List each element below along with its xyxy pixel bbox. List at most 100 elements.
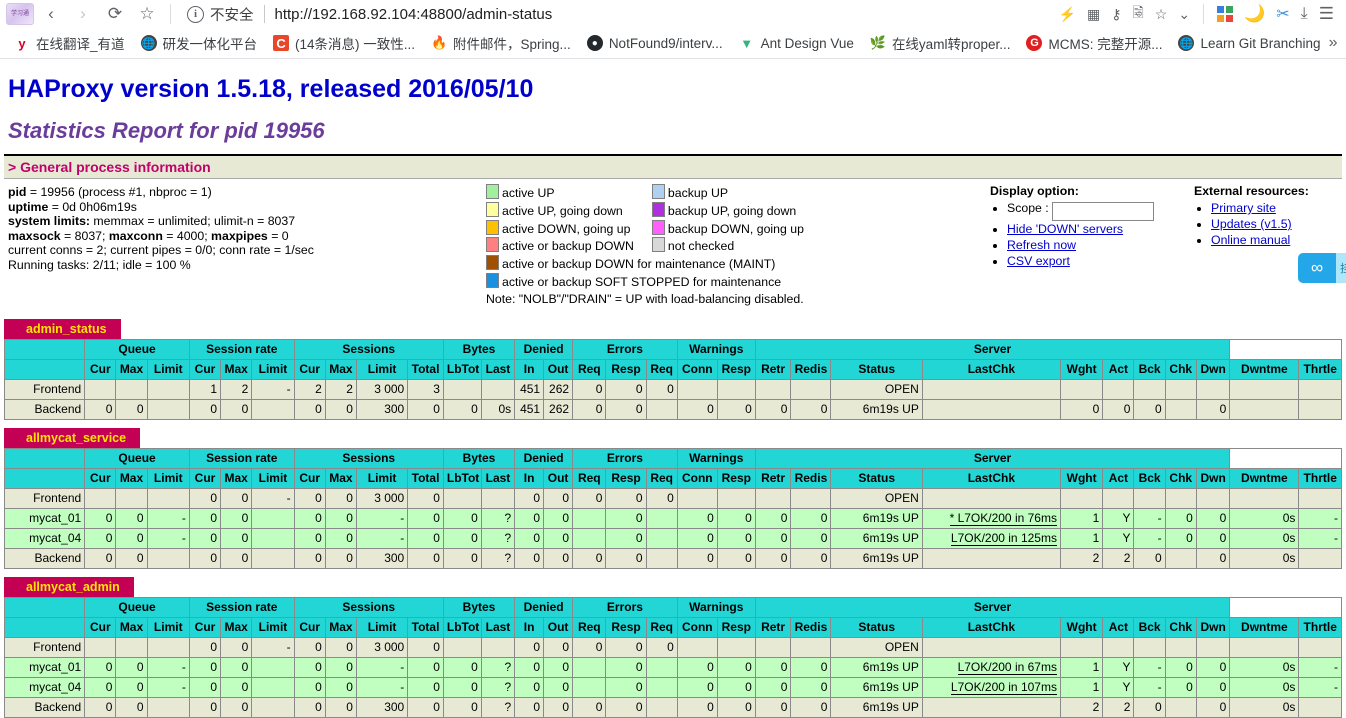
column-header[interactable]: Limit [146,359,190,380]
column-header[interactable]: Req [645,468,678,489]
lastchk-value[interactable]: L7OK/200 in 125ms [950,531,1057,546]
translate-icon[interactable]: 🗟 [1133,2,1144,26]
row-label[interactable]: Backend [3,697,86,718]
moon-icon[interactable]: 🌙 [1244,4,1265,24]
column-header[interactable]: Redis [790,359,832,380]
column-header[interactable]: Limit [251,359,295,380]
column-header[interactable]: Max [220,359,253,380]
table-row[interactable]: mycat_04 0 0-0 0 0 0-0 0? 0 0 0 0 0 0 0 6m19s UP L7OK/2… [3,677,1342,698]
column-header[interactable]: Retr [754,468,792,489]
column-header[interactable]: Conn [676,468,718,489]
column-header[interactable]: Last [480,468,516,489]
column-group-header[interactable]: Sessions [293,339,444,360]
column-header[interactable]: Req [645,617,678,638]
floating-widget-tail[interactable]: 挂 [1336,253,1346,283]
column-header[interactable]: Max [220,468,253,489]
column-header[interactable]: Act [1102,617,1135,638]
column-header[interactable]: Dwntme [1229,617,1300,638]
column-header[interactable]: Wght [1059,617,1104,638]
column-header[interactable]: Status [830,617,923,638]
column-header[interactable]: Total [407,468,444,489]
bookmark-item[interactable]: 🌐 Learn Git Branching [1170,32,1328,54]
column-header[interactable]: Thrtle [1298,468,1342,489]
column-header[interactable]: Bck [1133,468,1166,489]
column-header[interactable]: Out [543,617,574,638]
column-group-header[interactable]: Session rate [188,448,295,469]
hide-down-servers-item[interactable]: Hide 'DOWN' servers [1007,221,1154,237]
download-icon[interactable]: ⤓ [1301,5,1308,23]
bookmark-item[interactable]: ▼ Ant Design Vue [731,32,862,54]
column-header[interactable]: Act [1102,468,1135,489]
table-row[interactable]: mycat_01 0 0-0 0 0 0-0 0? 0 0 0 0 0 0 0 6m19s UP L7OK/2… [3,657,1342,678]
updates-link[interactable]: Updates (v1.5) [1211,217,1292,231]
online-manual-link[interactable]: Online manual [1211,233,1290,247]
column-group-header[interactable]: Server [754,448,1231,469]
column-header[interactable]: Max [324,359,357,380]
column-header[interactable]: Redis [790,617,832,638]
column-group-header[interactable]: Server [754,339,1231,360]
table-row[interactable]: Frontend 1 2-2 2 3 000 3 451 262 0 0 0 OPEN [3,379,1342,400]
table-row[interactable]: mycat_04 0 0-0 0 0 0-0 0? 0 0 0 0 0 0 0 6m19s UP L7OK/2… [3,528,1342,549]
column-group-header[interactable]: Sessions [293,597,444,618]
floating-widget[interactable]: ∞ 挂 [1298,253,1346,283]
column-header[interactable]: Resp [716,617,756,638]
column-header[interactable]: Resp [605,468,647,489]
scope-input[interactable] [1052,201,1155,221]
column-header[interactable]: Out [543,468,574,489]
online-manual-item[interactable]: Online manual [1211,232,1309,248]
proxy-title[interactable]: admin_status [4,319,121,339]
column-header[interactable]: Resp [605,359,647,380]
hide-down-servers-link[interactable]: Hide 'DOWN' servers [1007,222,1123,236]
column-header[interactable]: Max [324,617,357,638]
column-header[interactable]: LastChk [921,617,1061,638]
table-row[interactable]: Backend 0 0 0 0 0 0 300 0 0? 0 0 0 0 0 0 0 0 6m19s UP 2 2 0 0 0… [3,548,1342,569]
column-group-header[interactable]: Queue [84,339,190,360]
column-header[interactable]: Thrtle [1298,617,1342,638]
bookmark-item[interactable]: C (14条消息) 一致性... [265,30,423,56]
row-label[interactable]: mycat_04 [3,528,86,549]
column-group-header[interactable]: Queue [84,597,190,618]
column-header[interactable]: Max [115,359,148,380]
column-header[interactable]: Max [324,468,357,489]
column-header[interactable]: Wght [1059,468,1104,489]
column-group-header[interactable]: Errors [572,597,678,618]
scissors-icon[interactable]: ✂ [1276,4,1289,24]
column-header[interactable]: Cur [293,468,326,489]
column-header[interactable]: Cur [188,617,222,638]
column-header[interactable]: Dwn [1195,617,1231,638]
column-group-header[interactable]: Bytes [442,339,516,360]
column-header[interactable]: Chk [1164,468,1197,489]
table-row[interactable]: Frontend 0 0-0 0 3 000 0 0 0 0 0 0 OPEN [3,488,1342,509]
column-group-header[interactable]: Sessions [293,448,444,469]
column-header[interactable]: LastChk [921,468,1061,489]
column-header[interactable]: Conn [676,617,718,638]
column-header[interactable]: Thrtle [1298,359,1342,380]
lastchk-value[interactable]: L7OK/200 in 107ms [950,680,1057,695]
column-header[interactable]: Retr [754,359,792,380]
column-header[interactable]: Resp [716,359,756,380]
column-header[interactable]: Limit [355,468,409,489]
column-header[interactable]: Cur [293,359,326,380]
column-group-header[interactable]: Denied [514,597,574,618]
table-row[interactable]: Frontend 0 0-0 0 3 000 0 0 0 0 0 0 OPEN [3,637,1342,658]
column-header[interactable]: Req [572,468,607,489]
bookmark-item[interactable]: G MCMS: 完整开源... [1018,30,1170,56]
column-header[interactable]: Resp [716,468,756,489]
column-header[interactable]: Total [407,359,444,380]
lastchk-value[interactable]: * L7OK/200 in 76ms [949,511,1057,526]
grid-icon[interactable]: ▦ [1087,6,1100,23]
bookmark-item[interactable]: 🌿 在线yaml转proper... [862,30,1019,56]
column-group-header[interactable]: Errors [572,339,678,360]
column-header[interactable]: Limit [355,359,409,380]
proxy-title[interactable]: allmycat_service [4,428,141,448]
column-header[interactable]: Dwntme [1229,468,1300,489]
column-header[interactable]: Bck [1133,617,1166,638]
column-header[interactable]: Limit [251,617,295,638]
lastchk-value[interactable]: L7OK/200 in 67ms [957,660,1057,675]
column-group-header[interactable]: Bytes [442,448,516,469]
table-row[interactable]: Backend 0 0 0 0 0 0 300 0 0? 0 0 0 0 0 0 0 0 6m19s UP 2 2 0 0 0… [3,697,1342,718]
column-header[interactable]: Limit [146,468,190,489]
updates-item[interactable]: Updates (v1.5) [1211,216,1309,232]
column-header[interactable]: Out [543,359,574,380]
column-header[interactable]: Chk [1164,359,1197,380]
